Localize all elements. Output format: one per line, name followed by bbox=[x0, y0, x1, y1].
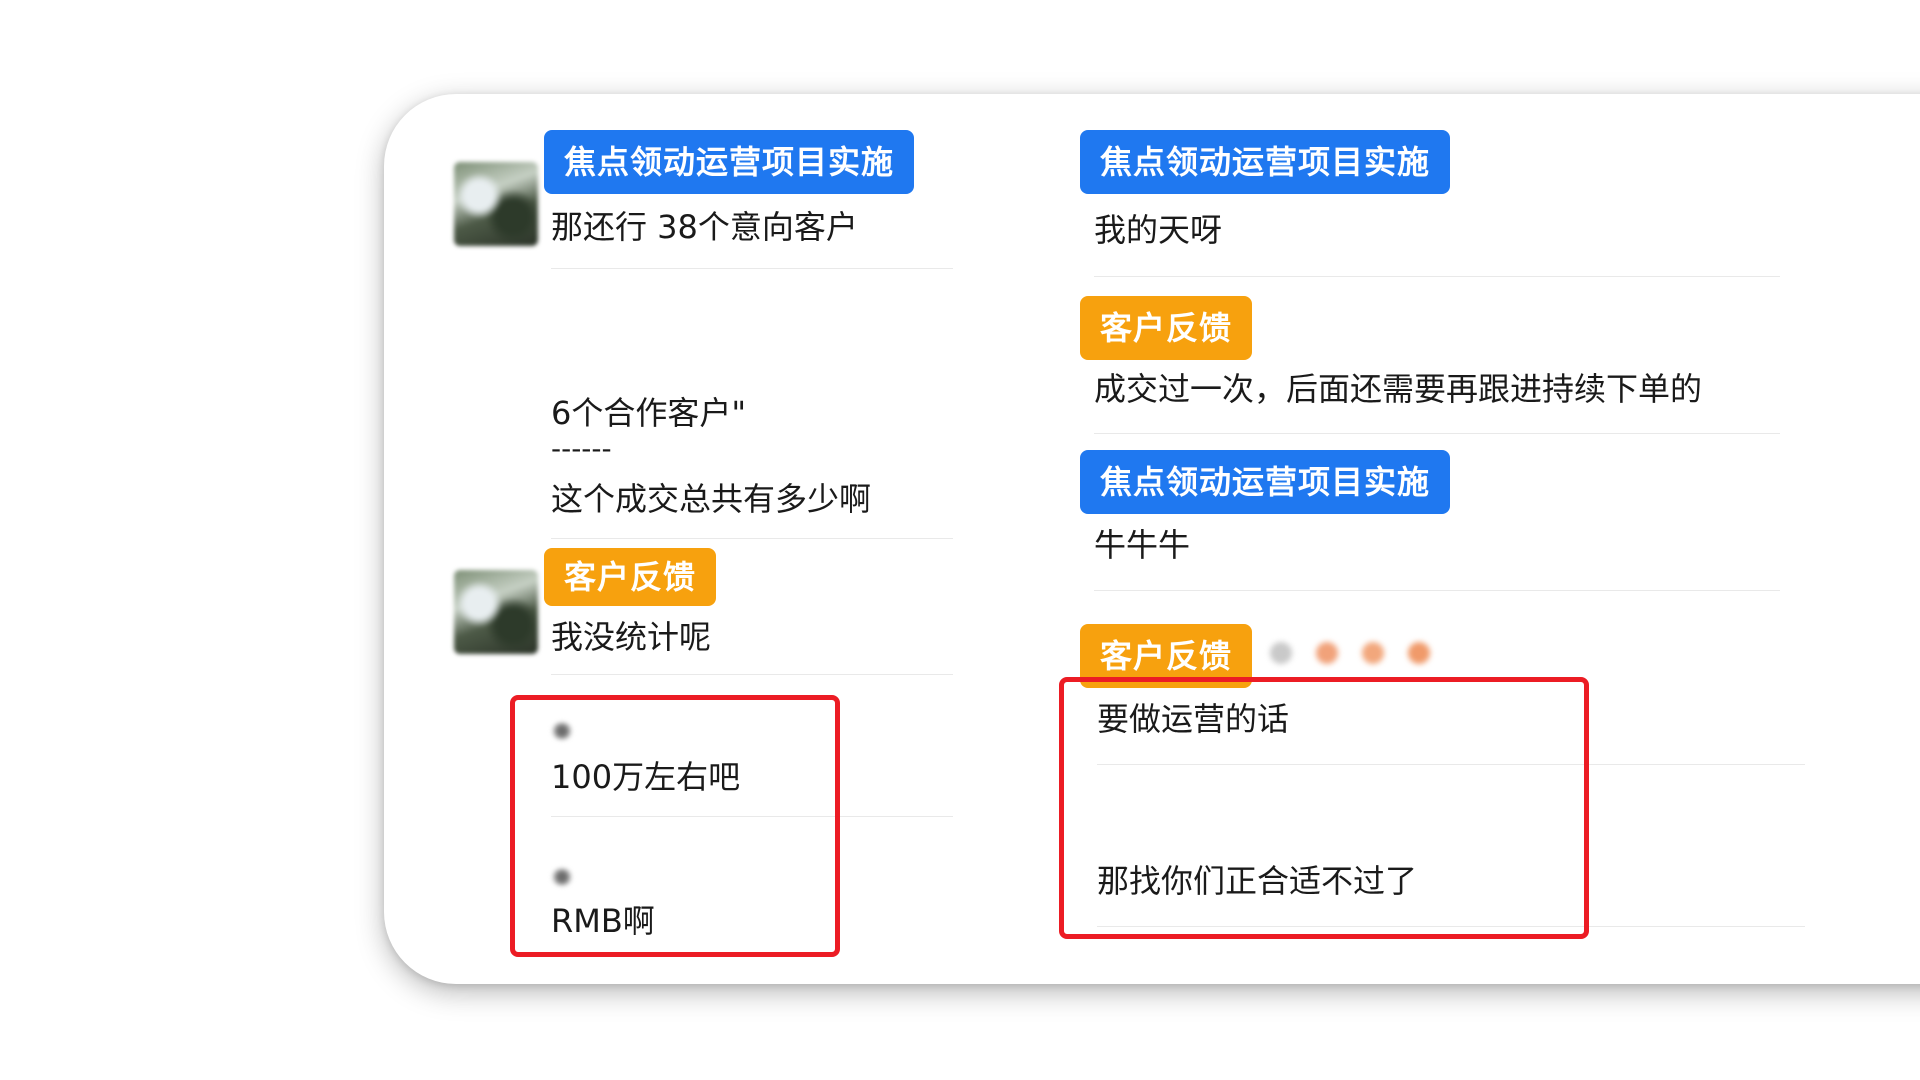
avatar[interactable] bbox=[454, 162, 538, 246]
message-text: ------ bbox=[551, 432, 612, 465]
sender-tag: 焦点领动运营项目实施 bbox=[1080, 130, 1451, 194]
sender-tag: 客户反馈 bbox=[1080, 296, 1253, 360]
message-divider bbox=[1094, 433, 1780, 434]
sender-tag: 焦点领动运营项目实施 bbox=[544, 130, 915, 194]
avatar[interactable] bbox=[454, 570, 538, 654]
message-divider bbox=[1094, 590, 1780, 591]
message-divider bbox=[551, 538, 953, 539]
sender-tag: 焦点领动运营项目实施 bbox=[1080, 450, 1451, 514]
message-divider bbox=[551, 674, 953, 675]
highlight-box bbox=[510, 695, 840, 957]
highlight-box bbox=[1059, 677, 1589, 939]
message-divider bbox=[1094, 276, 1780, 277]
message-text: 成交过一次，后面还需要再跟进持续下单的 bbox=[1094, 370, 1703, 408]
message-text: 我没统计呢 bbox=[551, 618, 712, 656]
message-divider bbox=[551, 268, 953, 269]
chat-panel: 焦点领动运营项目实施 那还行 38个意向客户 6个合作客户" ------ 这个… bbox=[0, 0, 1920, 1080]
message-text: 这个成交总共有多少啊 bbox=[551, 480, 872, 518]
message-text: 那还行 38个意向客户 bbox=[551, 208, 858, 246]
message-text: 我的天呀 bbox=[1094, 211, 1223, 249]
message-text: 牛牛牛 bbox=[1094, 526, 1191, 564]
sender-tag: 客户反馈 bbox=[544, 548, 717, 606]
message-text: 6个合作客户" bbox=[551, 394, 747, 432]
blurred-nickname bbox=[1270, 642, 1454, 676]
